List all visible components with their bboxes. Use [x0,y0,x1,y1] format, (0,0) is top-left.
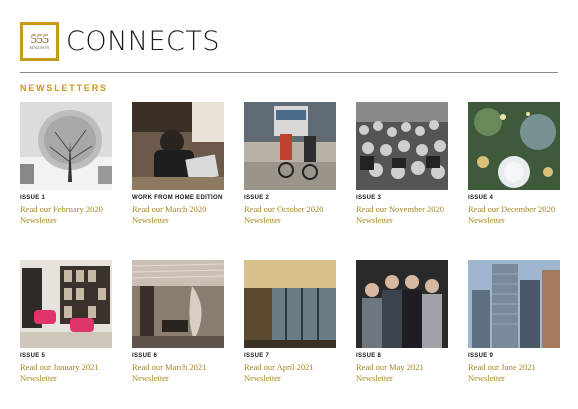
issue-card: ISSUE 2 Read our October 2020 Newsletter [244,102,336,226]
issue-thumbnail-lobby-sculpture[interactable] [132,260,224,348]
issue-card: ISSUE 7 Read our April 2021 Newsletter [244,260,336,384]
issue-label: ISSUE 9 [468,353,494,359]
read-newsletter-link[interactable]: Read our April 2021 Newsletter [244,362,336,384]
issue-thumbnail-crowd[interactable] [356,102,448,190]
section-title: NEWSLETTERS [20,83,108,93]
issue-card: WORK FROM HOME EDITION Read our March 20… [132,102,224,226]
issue-label: ISSUE 3 [356,195,382,201]
read-newsletter-link[interactable]: Read our December 2020 Newsletter [468,204,560,226]
issue-thumbnail-four-men[interactable] [356,260,448,348]
issue-card: ISSUE 3 Read our November 2020 Newslette… [356,102,448,226]
issue-label: ISSUE 4 [468,195,494,201]
issue-thumbnail-lounge-bookshelf[interactable] [20,260,112,348]
read-newsletter-link[interactable]: Read our January 2021 Newsletter [20,362,112,384]
issue-label: ISSUE 2 [244,195,270,201]
brand-title: CONNECTS [66,25,221,57]
logo-subtext: MADISON [29,44,50,50]
header-divider [20,72,558,73]
issue-thumbnail-skyscrapers[interactable] [468,260,560,348]
issue-thumbnail-cyclists-street[interactable] [244,102,336,190]
issue-thumbnail-glass-lobby[interactable] [244,260,336,348]
issue-label: ISSUE 8 [356,353,382,359]
read-newsletter-link[interactable]: Read our November 2020 Newsletter [356,204,448,226]
read-newsletter-link[interactable]: Read our March 2020 Newsletter [132,204,224,226]
read-newsletter-link[interactable]: Read our March 2021 Newsletter [132,362,224,384]
issue-label: ISSUE 7 [244,353,270,359]
issue-card: ISSUE 6 Read our March 2021 Newsletter [132,260,224,384]
issue-label: ISSUE 6 [132,353,158,359]
issue-card: ISSUE 5 Read our January 2021 Newsletter [20,260,112,384]
site-header: 555 MADISON CONNECTS [20,17,220,65]
read-newsletter-link[interactable]: Read our February 2020 Newsletter [20,204,112,226]
issue-card: ISSUE 9 Read our June 2021 Newsletter [468,260,560,384]
read-newsletter-link[interactable]: Read our May 2021 Newsletter [356,362,448,384]
issue-card: ISSUE 4 Read our December 2020 Newslette… [468,102,560,226]
issue-card: ISSUE 1 Read our February 2020 Newslette… [20,102,112,226]
issue-label: ISSUE 5 [20,353,46,359]
issue-label: WORK FROM HOME EDITION [132,195,223,201]
read-newsletter-link[interactable]: Read our June 2021 Newsletter [468,362,560,384]
logo[interactable]: 555 MADISON [20,21,59,61]
issue-label: ISSUE 1 [20,195,46,201]
issue-thumbnail-snowy-tree[interactable] [20,102,112,190]
issue-card: ISSUE 8 Read our May 2021 Newsletter [356,260,448,384]
read-newsletter-link[interactable]: Read our October 2020 Newsletter [244,204,336,226]
issue-thumbnail-laptop-work[interactable] [132,102,224,190]
logo-number: 555 [30,30,50,46]
issue-thumbnail-christmas-ornaments[interactable] [468,102,560,190]
